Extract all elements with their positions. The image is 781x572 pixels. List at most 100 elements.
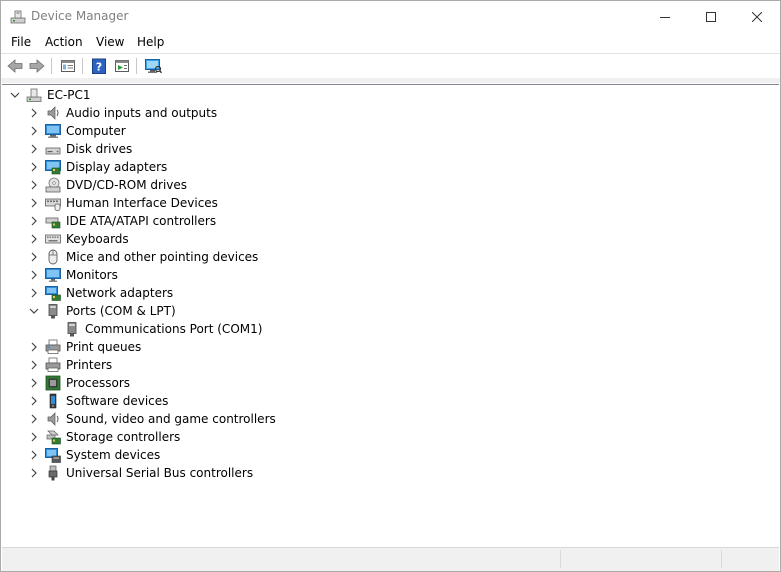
chevron-right-icon[interactable]: [29, 162, 39, 172]
tree-item-label: Universal Serial Bus controllers: [66, 466, 254, 480]
tree-item-print-queues[interactable]: Print queues: [3, 338, 779, 356]
tree-item-sound-controllers[interactable]: Sound, video and game controllers: [3, 410, 779, 428]
dvd-drive-icon: [45, 177, 61, 193]
tree-item-audio[interactable]: Audio inputs and outputs: [3, 104, 779, 122]
tree-item-label: Computer: [66, 124, 126, 138]
tree-item-label: Ports (COM & LPT): [66, 304, 176, 318]
chevron-right-icon[interactable]: [29, 360, 39, 370]
disk-drive-icon: [45, 147, 61, 155]
device-manager-app-icon: [10, 10, 26, 24]
tree-item-label: Software devices: [66, 394, 169, 408]
system-device-icon: [45, 448, 61, 463]
tree-item-disk-drives[interactable]: Disk drives: [3, 140, 779, 158]
speaker-icon: [47, 106, 59, 120]
toolbar-bottom-gap: [1, 78, 780, 83]
minimize-icon: [660, 16, 670, 18]
tree-item-label: System devices: [66, 448, 161, 462]
chevron-right-icon[interactable]: [29, 216, 39, 226]
tree-item-label: Network adapters: [66, 286, 174, 300]
tree-item-computer[interactable]: Computer: [3, 122, 779, 140]
minimize-button[interactable]: [642, 1, 688, 32]
menu-action[interactable]: Action: [42, 35, 86, 49]
device-tree[interactable]: EC-PC1 Audio inputs and outputs Computer: [3, 85, 779, 545]
tree-item-ide[interactable]: IDE ATA/ATAPI controllers: [3, 212, 779, 230]
tree-item-label: Print queues: [66, 340, 142, 354]
tree-item-label: Storage controllers: [66, 430, 181, 444]
properties-button[interactable]: [58, 57, 78, 75]
chevron-right-icon[interactable]: [29, 198, 39, 208]
tree-item-system-devices[interactable]: System devices: [3, 446, 779, 464]
tree-item-display-adapters[interactable]: Display adapters: [3, 158, 779, 176]
toolbar-separator: [136, 58, 137, 74]
chevron-right-icon[interactable]: [29, 432, 39, 442]
chevron-right-icon[interactable]: [29, 450, 39, 460]
tree-item-keyboards[interactable]: Keyboards: [3, 230, 779, 248]
update-driver-icon: [115, 60, 129, 72]
chevron-right-icon[interactable]: [29, 252, 39, 262]
tree-item-dvd-drives[interactable]: DVD/CD-ROM drives: [3, 176, 779, 194]
chevron-down-icon[interactable]: [29, 306, 39, 316]
tree-item-storage-controllers[interactable]: Storage controllers: [3, 428, 779, 446]
monitor-icon: [45, 268, 61, 282]
back-button[interactable]: [5, 57, 25, 75]
tree-item-usb-controllers[interactable]: Universal Serial Bus controllers: [3, 464, 779, 482]
port-icon: [67, 322, 77, 337]
chevron-right-icon[interactable]: [29, 288, 39, 298]
title-bar[interactable]: Device Manager: [1, 1, 780, 32]
tree-root-label: EC-PC1: [47, 88, 91, 102]
keyboard-icon: [45, 234, 61, 244]
maximize-button[interactable]: [688, 1, 734, 32]
computer-root-icon: [26, 88, 42, 102]
menu-file[interactable]: File: [8, 35, 34, 49]
tree-item-network-adapters[interactable]: Network adapters: [3, 284, 779, 302]
close-icon: [752, 11, 762, 22]
maximize-icon: [706, 11, 716, 22]
tree-item-processors[interactable]: Processors: [3, 374, 779, 392]
forward-icon: [29, 59, 45, 73]
tree-item-com1[interactable]: Communications Port (COM1): [3, 320, 779, 338]
tree-item-ports[interactable]: Ports (COM & LPT): [3, 302, 779, 320]
chevron-right-icon[interactable]: [29, 414, 39, 424]
tree-item-label: Monitors: [66, 268, 118, 282]
menu-help[interactable]: Help: [134, 35, 167, 49]
close-button[interactable]: [734, 1, 780, 32]
forward-button[interactable]: [27, 57, 47, 75]
toolbar: ?: [1, 54, 780, 78]
device-manager-window: Device Manager File Action View Help ? E…: [0, 0, 781, 572]
help-icon: ?: [92, 58, 106, 74]
print-queue-icon: [45, 339, 61, 354]
network-adapter-icon: [45, 286, 61, 301]
tree-item-hid[interactable]: Human Interface Devices: [3, 194, 779, 212]
chevron-right-icon[interactable]: [29, 270, 39, 280]
scan-hardware-button[interactable]: [143, 57, 163, 75]
tree-item-label: Audio inputs and outputs: [66, 106, 218, 120]
tree-item-monitors[interactable]: Monitors: [3, 266, 779, 284]
chevron-right-icon[interactable]: [29, 468, 39, 478]
status-bar: [2, 547, 779, 571]
tree-item-label: Human Interface Devices: [66, 196, 218, 210]
help-button[interactable]: ?: [89, 57, 109, 75]
chevron-right-icon[interactable]: [29, 342, 39, 352]
tree-root[interactable]: EC-PC1: [3, 86, 779, 104]
chevron-right-icon[interactable]: [29, 234, 39, 244]
chevron-right-icon[interactable]: [29, 180, 39, 190]
tree-item-mice[interactable]: Mice and other pointing devices: [3, 248, 779, 266]
tree-item-label: DVD/CD-ROM drives: [66, 178, 188, 192]
tree-item-label: Printers: [66, 358, 113, 372]
svg-text:?: ?: [96, 61, 102, 74]
chevron-right-icon[interactable]: [29, 144, 39, 154]
chevron-right-icon[interactable]: [29, 378, 39, 388]
chevron-down-icon[interactable]: [10, 90, 20, 100]
tree-item-printers[interactable]: Printers: [3, 356, 779, 374]
chevron-right-icon[interactable]: [29, 396, 39, 406]
chevron-right-icon[interactable]: [29, 126, 39, 136]
tree-item-label: Mice and other pointing devices: [66, 250, 259, 264]
tree-item-label: Communications Port (COM1): [85, 322, 263, 336]
status-cell: [560, 550, 721, 568]
menu-view[interactable]: View: [93, 35, 127, 49]
tree-item-software-devices[interactable]: Software devices: [3, 392, 779, 410]
chevron-right-icon[interactable]: [29, 108, 39, 118]
tree-item-label: IDE ATA/ATAPI controllers: [66, 214, 217, 228]
update-driver-button[interactable]: [112, 57, 132, 75]
sound-icon: [47, 412, 59, 426]
